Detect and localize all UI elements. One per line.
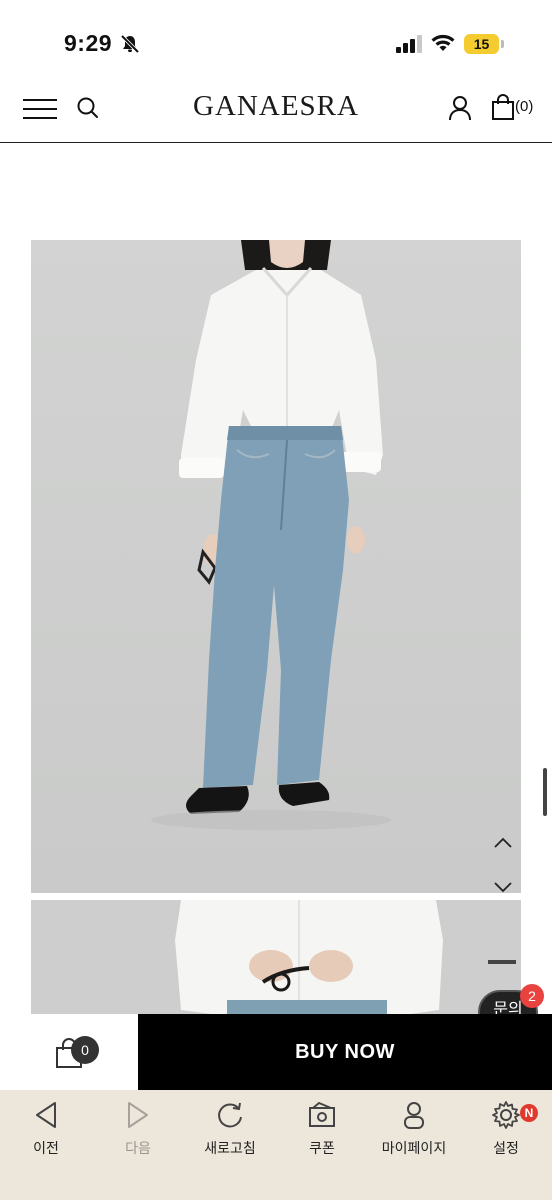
toolbar-forward-label: 다음: [125, 1140, 151, 1156]
settings-new-badge: N: [520, 1104, 538, 1122]
coupon-icon: [309, 1101, 335, 1127]
toolbar-mypage-button[interactable]: 마이페이지: [368, 1100, 460, 1170]
toolbar-refresh-label: 새로고침: [204, 1140, 256, 1156]
model-full-body-photo: [31, 240, 521, 893]
add-to-cart-button[interactable]: 0: [0, 1014, 138, 1090]
site-header: GANAESRA (0): [0, 78, 552, 143]
refresh-icon: [218, 1102, 242, 1128]
scroll-up-chevron-icon[interactable]: [493, 836, 513, 850]
battery-percent: 15: [473, 36, 490, 52]
toolbar-coupon-button[interactable]: 쿠폰: [276, 1100, 368, 1170]
scrollbar-thumb[interactable]: [543, 768, 547, 816]
settings-icon: [492, 1101, 520, 1129]
cellular-signal-icon: [396, 35, 422, 53]
shopping-bag-icon[interactable]: [492, 94, 514, 120]
hamburger-menu-icon[interactable]: [23, 97, 57, 121]
toolbar-back-button[interactable]: 이전: [0, 1100, 92, 1170]
my-page-icon: [404, 1102, 424, 1129]
back-icon: [36, 1102, 56, 1128]
model-closeup-photo: [31, 900, 521, 1014]
product-image-detail[interactable]: [31, 900, 521, 1014]
toolbar-coupon-label: 쿠폰: [309, 1140, 335, 1156]
forward-icon: [128, 1102, 148, 1128]
status-time: 9:29: [64, 30, 113, 56]
purchase-bar: 0 BUY NOW: [0, 1014, 552, 1090]
battery-tip: [501, 40, 504, 48]
toolbar-settings-label: 설정: [493, 1140, 519, 1156]
image-page-indicator: [488, 960, 516, 964]
brand-logo[interactable]: GANAESRA: [193, 90, 359, 122]
browser-toolbar: 이전 다음 새로고침 쿠폰 마이페이지 N 설정: [0, 1090, 552, 1200]
toolbar-back-label: 이전: [33, 1140, 59, 1156]
search-icon[interactable]: [76, 96, 100, 120]
cart-count[interactable]: (0): [515, 98, 533, 115]
scroll-down-chevron-icon[interactable]: [493, 880, 513, 894]
bell-muted-icon: [120, 34, 140, 54]
toolbar-mypage-label: 마이페이지: [381, 1140, 447, 1156]
cart-badge: 0: [71, 1036, 99, 1064]
battery-indicator: 15: [464, 34, 504, 54]
status-bar: 9:29 15: [0, 0, 552, 78]
wifi-icon: [431, 34, 455, 51]
buy-now-button[interactable]: BUY NOW: [138, 1014, 552, 1090]
product-image-main[interactable]: [31, 240, 521, 893]
toolbar-refresh-button[interactable]: 새로고침: [184, 1100, 276, 1170]
toolbar-forward-button[interactable]: 다음: [92, 1100, 184, 1170]
user-icon[interactable]: [448, 95, 472, 121]
toolbar-settings-button[interactable]: N 설정: [460, 1100, 552, 1170]
inquiry-badge: 2: [520, 984, 544, 1008]
